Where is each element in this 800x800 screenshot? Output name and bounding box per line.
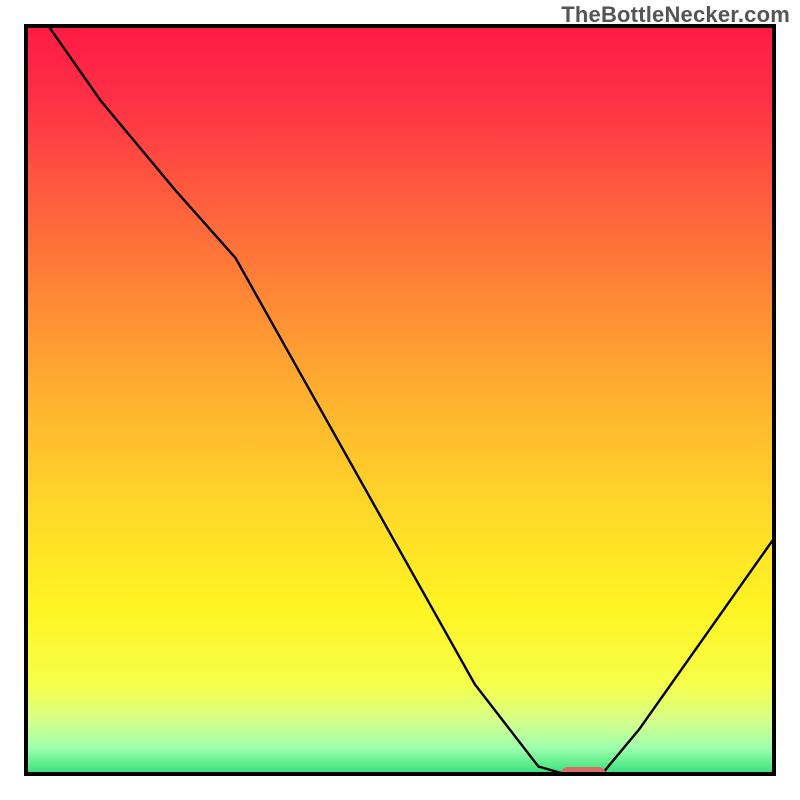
bottleneck-chart: TheBottleNecker.com [0, 0, 800, 800]
plot-background-gradient [26, 26, 774, 774]
chart-svg [0, 0, 800, 800]
watermark-text: TheBottleNecker.com [561, 2, 790, 28]
